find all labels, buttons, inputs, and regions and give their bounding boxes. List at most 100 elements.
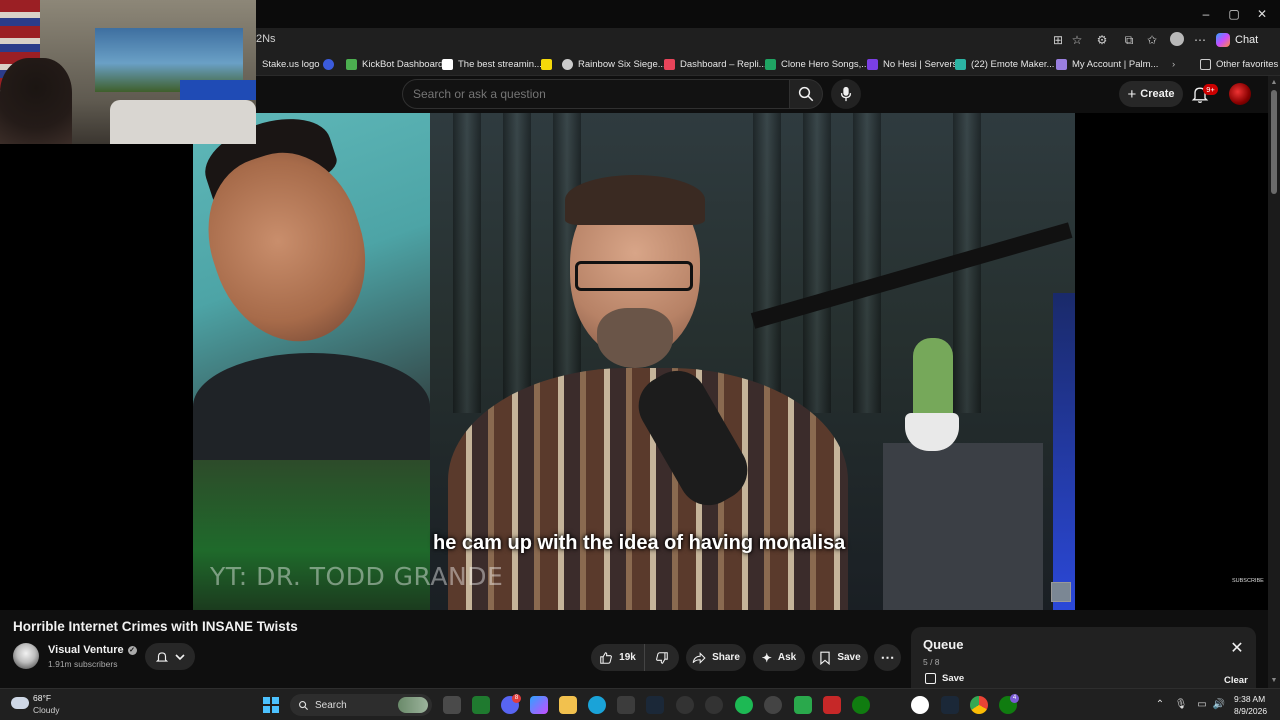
favorite-star-icon[interactable]: ☆ bbox=[1069, 32, 1085, 48]
page-scrollbar[interactable]: ▲ ▼ bbox=[1268, 76, 1280, 688]
clock-date[interactable]: 8/9/2026 bbox=[1234, 706, 1267, 716]
scroll-up-arrow-icon[interactable]: ▲ bbox=[1269, 78, 1279, 88]
create-button[interactable]: + Create bbox=[1119, 81, 1183, 107]
start-button[interactable] bbox=[263, 697, 279, 713]
weather-temperature[interactable]: 68°F bbox=[33, 693, 51, 703]
store-icon[interactable] bbox=[617, 696, 635, 714]
favorites-icon[interactable]: ✩ bbox=[1144, 32, 1160, 48]
bookmark-item[interactable]: Stake.us logo bbox=[262, 56, 320, 72]
presenter-figure bbox=[575, 261, 693, 291]
more-menu-icon[interactable]: ⋯ bbox=[1192, 32, 1208, 48]
nvidia-icon[interactable] bbox=[472, 696, 490, 714]
video-backdrop bbox=[453, 113, 481, 413]
bookmark-item[interactable] bbox=[541, 56, 552, 72]
queue-title: Queue bbox=[923, 637, 964, 652]
more-horizontal-icon: ⋯ bbox=[880, 649, 895, 665]
tray-chevron-up-icon[interactable]: ⌃ bbox=[1153, 698, 1167, 712]
bookmark-label: KickBot Dashboard bbox=[362, 58, 444, 70]
clock-time[interactable]: 9:38 AM bbox=[1234, 694, 1265, 704]
bookmark-item[interactable]: KickBot Dashboard bbox=[346, 56, 443, 72]
like-count: 19k bbox=[619, 652, 636, 663]
profile-avatar[interactable] bbox=[1170, 32, 1184, 46]
bookmark-favicon bbox=[664, 58, 675, 70]
extensions-icon[interactable]: ⚙ bbox=[1094, 32, 1110, 48]
channel-name-link[interactable]: Visual Venture ✓ bbox=[48, 644, 137, 656]
bookmark-item[interactable] bbox=[323, 56, 334, 72]
search-button[interactable] bbox=[789, 79, 823, 109]
app-icon[interactable] bbox=[794, 696, 812, 714]
subscribe-watermark[interactable]: SUBSCRIBE bbox=[1232, 578, 1264, 584]
chevron-down-icon bbox=[175, 653, 185, 660]
queue-save-button[interactable]: Save bbox=[925, 673, 964, 684]
bookmark-item[interactable]: Clone Hero Songs,... bbox=[765, 56, 869, 72]
account-avatar[interactable] bbox=[1229, 83, 1251, 105]
queue-position: 5 / 8 bbox=[923, 657, 940, 667]
app-icon[interactable] bbox=[823, 696, 841, 714]
search-input[interactable] bbox=[403, 80, 789, 108]
bookmark-item[interactable]: Rainbow Six Siege... bbox=[562, 56, 666, 72]
bookmarks-overflow-chevron-icon[interactable]: › bbox=[1172, 56, 1175, 72]
chrome-icon[interactable] bbox=[970, 696, 988, 714]
copilot-app-icon[interactable] bbox=[530, 696, 548, 714]
google-icon[interactable] bbox=[911, 696, 929, 714]
4k-downloader-icon[interactable] bbox=[764, 696, 782, 714]
presenter-figure bbox=[565, 175, 705, 225]
settings-gear-icon[interactable] bbox=[705, 696, 723, 714]
bookmark-item[interactable]: My Account | Palm... bbox=[1056, 56, 1158, 72]
file-explorer-icon[interactable] bbox=[559, 696, 577, 714]
bookmark-item[interactable]: The best streamin... bbox=[442, 56, 542, 72]
xbox-icon[interactable] bbox=[852, 696, 870, 714]
share-label: Share bbox=[712, 652, 740, 663]
channel-avatar[interactable] bbox=[13, 643, 39, 669]
taskbar-search[interactable]: Search bbox=[290, 694, 432, 716]
app-available-icon[interactable]: ⊞ bbox=[1050, 32, 1066, 48]
network-icon[interactable]: ▭ bbox=[1195, 698, 1209, 712]
spotify-icon[interactable] bbox=[735, 696, 753, 714]
close-window-button[interactable]: ✕ bbox=[1246, 4, 1278, 24]
thumbs-up-icon bbox=[600, 651, 613, 664]
scroll-down-arrow-icon[interactable]: ▼ bbox=[1269, 676, 1279, 686]
sparkle-icon: ✦ bbox=[761, 650, 772, 665]
steam-icon[interactable] bbox=[646, 696, 664, 714]
cloud-icon[interactable] bbox=[11, 697, 29, 709]
inset-photo-detail bbox=[193, 353, 430, 460]
bookmark-item[interactable]: (22) Emote Maker... bbox=[955, 56, 1054, 72]
windows-logo-icon bbox=[263, 705, 271, 713]
save-button[interactable]: Save bbox=[812, 644, 868, 671]
edge-browser-icon[interactable] bbox=[588, 696, 606, 714]
volume-icon[interactable]: 🔊 bbox=[1212, 698, 1226, 712]
subscription-notification-button[interactable] bbox=[145, 643, 195, 670]
like-button[interactable]: 19k bbox=[591, 644, 645, 671]
bookmark-item[interactable]: No Hesi | Servers bbox=[867, 56, 957, 72]
like-dislike-group: 19k bbox=[591, 644, 679, 671]
xbox-badge: 4 bbox=[1010, 694, 1019, 703]
other-favorites-folder[interactable]: Other favorites bbox=[1200, 56, 1278, 72]
bookmark-item[interactable]: Dashboard – Repli... bbox=[664, 56, 767, 72]
bookmark-favicon bbox=[541, 58, 552, 70]
bookmark-label: Clone Hero Songs,... bbox=[781, 58, 870, 70]
bookmark-favicon bbox=[765, 58, 776, 70]
search-box[interactable] bbox=[402, 79, 790, 109]
url-text[interactable]: 2Ns bbox=[256, 33, 276, 45]
microphone-icon[interactable]: 🎙 bbox=[1174, 698, 1188, 712]
ask-button[interactable]: ✦ Ask bbox=[753, 644, 805, 671]
share-button[interactable]: Share bbox=[686, 644, 746, 671]
scroll-thumb[interactable] bbox=[1271, 90, 1277, 194]
task-view-icon[interactable] bbox=[443, 696, 461, 714]
voice-search-button[interactable] bbox=[831, 79, 861, 109]
channel-watermark-thumbnail[interactable] bbox=[1051, 582, 1071, 602]
video-backdrop bbox=[913, 338, 953, 423]
app-icon[interactable] bbox=[676, 696, 694, 714]
more-actions-button[interactable]: ⋯ bbox=[874, 644, 901, 671]
queue-save-label: Save bbox=[942, 673, 965, 684]
steam-icon[interactable] bbox=[941, 696, 959, 714]
copilot-chat-button[interactable]: Chat bbox=[1216, 30, 1276, 50]
video-caption: he cam up with the idea of having monali… bbox=[433, 532, 846, 554]
channel-name: Visual Venture bbox=[48, 644, 124, 656]
split-screen-icon[interactable]: ⧉ bbox=[1121, 32, 1137, 48]
weather-description[interactable]: Cloudy bbox=[33, 705, 59, 715]
dislike-button[interactable] bbox=[645, 644, 679, 671]
queue-close-icon[interactable]: ✕ bbox=[1229, 641, 1245, 657]
queue-clear-button[interactable]: Clear bbox=[1224, 675, 1248, 686]
bookmark-icon bbox=[820, 651, 830, 665]
